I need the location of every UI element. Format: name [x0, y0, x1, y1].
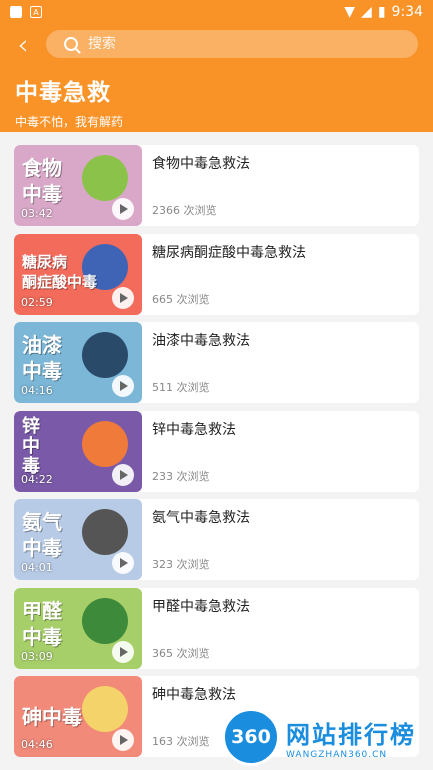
thumbnail-text: 砷中毒 — [22, 705, 82, 729]
thumbnail-text: 糖尿病 酮症酸中毒 — [22, 252, 98, 291]
battery-icon: ▮ — [377, 4, 386, 20]
video-thumbnail[interactable]: 食物 中毒 03:42 — [14, 145, 142, 226]
play-icon[interactable] — [112, 463, 134, 486]
view-count: 323 次浏览 — [152, 558, 210, 571]
page-subtitle: 中毒不怕，我有解药 — [15, 115, 124, 129]
watermark-logo: 360 — [222, 708, 280, 766]
video-duration: 04:01 — [21, 561, 53, 574]
thumbnail-text: 甲醛 中毒 — [22, 598, 62, 649]
play-icon[interactable] — [112, 286, 134, 309]
watermark-url: WANGZHAN360.CN — [286, 749, 388, 760]
page-title: 中毒急救 — [15, 80, 111, 106]
view-count: 511 次浏览 — [152, 381, 210, 394]
search-input[interactable] — [88, 36, 368, 52]
video-title: 食物中毒急救法 — [152, 156, 250, 172]
watermark: 360 网站排行榜 WANGZHAN360.CN — [222, 708, 416, 766]
video-list: 食物 中毒 03:42 食物中毒急救法 2366 次浏览 糖尿病 酮症酸中毒 02:… — [14, 145, 419, 765]
view-count: 665 次浏览 — [152, 292, 210, 306]
video-title: 糖尿病酮症酸中毒急救法 — [152, 244, 306, 261]
header: A ▼ ◢ ▮ 9:34 ‹ 中毒急救 中毒不怕，我有解药 — [0, 0, 433, 132]
thumbnail-text: 油漆 中毒 — [22, 333, 62, 383]
view-count: 2366 次浏览 — [152, 204, 217, 217]
video-title: 氨气中毒急救法 — [152, 510, 250, 526]
video-title: 甲醛中毒急救法 — [152, 598, 250, 615]
list-item[interactable]: 锌中毒 04:22 锌中毒急救法 233 次浏览 — [14, 410, 419, 492]
thumbnail-text: 食物 中毒 — [22, 156, 62, 206]
play-icon[interactable] — [112, 552, 134, 574]
wifi-icon: ▼ — [344, 4, 356, 20]
thumbnail-text: 氨气 中毒 — [22, 510, 62, 560]
video-duration: 03:09 — [21, 649, 53, 663]
status-bar: A ▼ ◢ ▮ 9:34 — [0, 0, 433, 24]
video-duration: 02:59 — [21, 295, 53, 309]
play-icon[interactable] — [112, 198, 134, 220]
video-duration: 04:16 — [21, 384, 53, 397]
thumbnail-text: 锌中毒 — [22, 415, 40, 477]
a-notification-icon: A — [30, 6, 42, 18]
thumbnail-illustration — [82, 155, 128, 201]
video-thumbnail[interactable]: 油漆 中毒 04:16 — [14, 322, 142, 403]
video-title: 锌中毒急救法 — [152, 421, 236, 438]
view-count: 163 次浏览 — [152, 735, 210, 748]
play-icon[interactable] — [112, 640, 134, 663]
list-item[interactable]: 氨气 中毒 04:01 氨气中毒急救法 323 次浏览 — [14, 499, 419, 580]
thumbnail-illustration — [82, 332, 128, 378]
list-item[interactable]: 甲醛 中毒 03:09 甲醛中毒急救法 365 次浏览 — [14, 587, 419, 669]
video-duration: 03:42 — [21, 207, 53, 220]
video-title: 砷中毒急救法 — [152, 687, 236, 703]
video-duration: 04:46 — [21, 738, 53, 751]
thumbnail-illustration — [82, 509, 128, 555]
video-thumbnail[interactable]: 氨气 中毒 04:01 — [14, 499, 142, 580]
signal-icon: ◢ — [361, 4, 372, 20]
thumbnail-illustration — [82, 597, 128, 644]
status-time: 9:34 — [391, 4, 423, 20]
video-thumbnail[interactable]: 甲醛 中毒 03:09 — [14, 587, 142, 669]
list-item[interactable]: 食物 中毒 03:42 食物中毒急救法 2366 次浏览 — [14, 145, 419, 226]
play-icon[interactable] — [112, 375, 134, 397]
video-duration: 04:22 — [21, 472, 53, 486]
thumbnail-illustration — [82, 686, 128, 732]
video-thumbnail[interactable]: 砷中毒 04:46 — [14, 676, 142, 757]
watermark-title: 网站排行榜 — [286, 720, 416, 749]
app-notification-icon — [10, 6, 22, 18]
list-item[interactable]: 糖尿病 酮症酸中毒 02:59 糖尿病酮症酸中毒急救法 665 次浏览 — [14, 233, 419, 315]
search-icon — [64, 37, 78, 51]
thumbnail-illustration — [82, 420, 128, 467]
search-bar[interactable] — [46, 30, 418, 58]
list-item[interactable]: 油漆 中毒 04:16 油漆中毒急救法 511 次浏览 — [14, 322, 419, 403]
view-count: 233 次浏览 — [152, 469, 210, 483]
video-thumbnail[interactable]: 糖尿病 酮症酸中毒 02:59 — [14, 233, 142, 315]
view-count: 365 次浏览 — [152, 646, 210, 660]
video-title: 油漆中毒急救法 — [152, 333, 250, 349]
video-thumbnail[interactable]: 锌中毒 04:22 — [14, 410, 142, 492]
play-icon[interactable] — [112, 729, 134, 751]
chevron-left-icon: ‹ — [17, 27, 29, 61]
back-button[interactable]: ‹ — [0, 27, 46, 61]
